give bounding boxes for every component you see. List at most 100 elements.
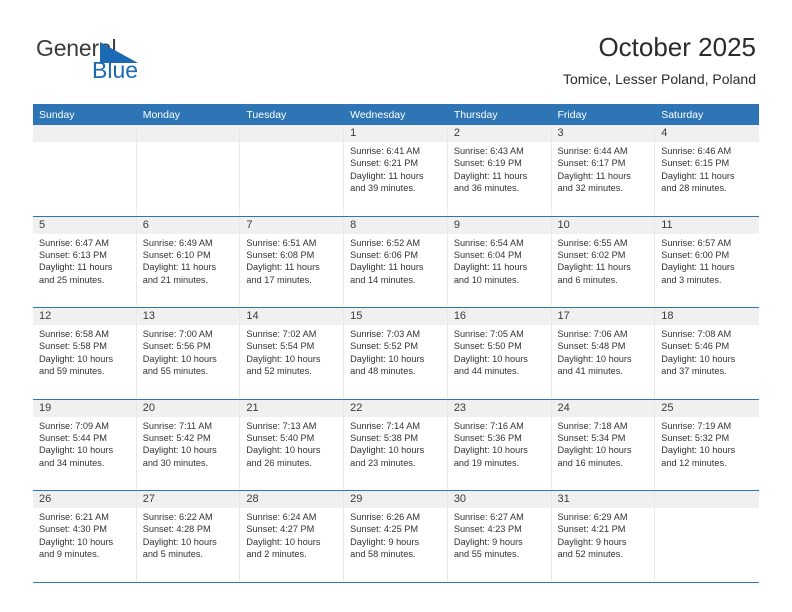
calendar-day-cell: 10 Sunrise: 6:55 AM Sunset: 6:02 PM Dayligh… — [551, 216, 656, 306]
sunset-time: Sunset: 5:38 PM — [350, 432, 419, 443]
sunrise-time: Sunrise: 6:47 AM — [39, 237, 109, 248]
day-number: 21 — [246, 401, 259, 414]
daylight-duration-line1: Daylight: 10 hours — [142, 536, 217, 547]
day-sun-info: Sunrise: 6:26 AM Sunset: 4:25 PM Daylight:… — [344, 508, 447, 561]
day-sun-info: Sunrise: 7:02 AM Sunset: 5:54 PM Daylight:… — [240, 325, 343, 378]
day-number: 28 — [246, 493, 259, 505]
sunset-time: Sunset: 6:08 PM — [246, 249, 315, 260]
calendar-week-row: 1 Sunrise: 6:41 AM Sunset: 6:21 PM Daylight… — [33, 125, 759, 217]
page-header: General Blue October 2025 Tomice, Lesser… — [0, 0, 792, 104]
sunset-time: Sunset: 4:25 PM — [350, 524, 419, 535]
day-number: 9 — [453, 218, 460, 231]
calendar-week-row: 26 Sunrise: 6:21 AM Sunset: 4:30 PM Dayligh… — [33, 491, 759, 583]
daylight-duration-line2: and 6 minutes. — [557, 274, 618, 285]
sunrise-time: Sunrise: 6:24 AM — [246, 512, 317, 522]
day-number-band: 2 — [447, 125, 551, 142]
day-sun-info: Sunrise: 7:08 AM Sunset: 5:46 PM Daylight:… — [655, 325, 759, 378]
sunrise-time: Sunrise: 7:06 AM — [557, 329, 628, 339]
day-number-band: 27 — [136, 491, 240, 508]
daylight-duration-line2: and 17 minutes. — [246, 274, 312, 285]
daylight-duration-line1: Daylight: 10 hours — [661, 445, 736, 456]
calendar-day-cell: 28 Sunrise: 6:24 AM Sunset: 4:27 PM Dayligh… — [240, 491, 345, 581]
sunset-time: Sunset: 4:27 PM — [246, 524, 315, 535]
sunrise-time: Sunrise: 6:51 AM — [246, 237, 317, 248]
day-number-band — [33, 125, 136, 142]
daylight-duration-line1: Daylight: 11 hours — [246, 262, 320, 273]
daylight-duration-line2: and 10 minutes. — [453, 274, 520, 285]
daylight-duration-line2: and 59 minutes. — [39, 366, 105, 377]
day-number-band: 19 — [33, 399, 136, 417]
day-number-band: 3 — [551, 125, 655, 142]
sunset-time: Sunset: 5:42 PM — [142, 432, 211, 443]
calendar-day-cell: 3 Sunrise: 6:44 AM Sunset: 6:17 PM Daylight… — [551, 125, 656, 215]
calendar-day-cell: 1 Sunrise: 6:41 AM Sunset: 6:21 PM Daylight… — [344, 125, 448, 215]
sunrise-time: Sunrise: 7:02 AM — [246, 329, 317, 339]
day-number-band: 8 — [344, 216, 447, 234]
sunrise-time: Sunrise: 6:26 AM — [350, 512, 421, 522]
sunset-time: Sunset: 6:19 PM — [453, 158, 522, 169]
daylight-duration-line2: and 41 minutes. — [557, 366, 623, 377]
day-sun-info: Sunrise: 7:14 AM Sunset: 5:38 PM Daylight:… — [344, 417, 447, 470]
calendar-week-row: 19 Sunrise: 7:09 AM Sunset: 5:44 PM Dayligh… — [33, 399, 759, 491]
daylight-duration-line2: and 55 minutes. — [142, 366, 209, 377]
sunset-time: Sunset: 6:04 PM — [453, 249, 522, 260]
daylight-duration-line2: and 28 minutes. — [661, 183, 727, 194]
daylight-duration-line1: Daylight: 11 hours — [142, 262, 217, 273]
day-sun-info: Sunrise: 7:05 AM Sunset: 5:50 PM Daylight:… — [448, 325, 551, 378]
daylight-duration-line1: Daylight: 10 hours — [39, 445, 114, 456]
calendar-day-cell: 14 Sunrise: 7:02 AM Sunset: 5:54 PM Dayligh… — [240, 308, 345, 398]
day-number: 25 — [661, 401, 674, 414]
day-number: 14 — [246, 310, 259, 322]
calendar-day-cell: 27 Sunrise: 6:22 AM Sunset: 4:28 PM Dayligh… — [136, 491, 241, 581]
calendar-day-cell: 18 Sunrise: 7:08 AM Sunset: 5:46 PM Dayligh… — [655, 308, 759, 398]
calendar-day-cell: 19 Sunrise: 7:09 AM Sunset: 5:44 PM Dayligh… — [33, 399, 137, 489]
day-sun-info: Sunrise: 6:29 AM Sunset: 4:21 PM Daylight:… — [552, 508, 655, 561]
sunset-time: Sunset: 4:28 PM — [142, 524, 211, 535]
day-number-band: 28 — [240, 491, 344, 508]
sunrise-time: Sunrise: 6:27 AM — [453, 512, 524, 522]
day-sun-info: Sunrise: 6:43 AM Sunset: 6:19 PM Daylight:… — [448, 142, 551, 195]
sunset-time: Sunset: 5:44 PM — [39, 432, 107, 443]
sunrise-time: Sunrise: 7:16 AM — [453, 420, 524, 431]
calendar-day-cell: 20 Sunrise: 7:11 AM Sunset: 5:42 PM Dayligh… — [136, 399, 241, 489]
sunrise-time: Sunrise: 7:18 AM — [557, 420, 628, 431]
daylight-duration-line2: and 2 minutes. — [246, 549, 307, 560]
day-number-band: 24 — [551, 399, 655, 417]
sunrise-time: Sunrise: 7:08 AM — [661, 329, 732, 339]
sunrise-time: Sunrise: 7:13 AM — [246, 420, 317, 431]
weekday-header-sunday: Sunday — [39, 108, 75, 121]
weekday-header-wednesday: Wednesday — [350, 108, 406, 121]
daylight-duration-line1: Daylight: 10 hours — [142, 445, 217, 456]
calendar-day-cell-empty — [136, 125, 241, 215]
sunrise-time: Sunrise: 6:44 AM — [557, 146, 628, 156]
sunrise-time: Sunrise: 7:11 AM — [142, 420, 212, 431]
daylight-duration-line2: and 52 minutes. — [246, 366, 312, 377]
daylight-duration-line2: and 39 minutes. — [350, 183, 416, 194]
day-number-band: 10 — [551, 216, 655, 234]
day-number-band: 11 — [655, 216, 759, 234]
day-number-band: 22 — [344, 399, 447, 417]
day-number-band: 15 — [344, 308, 447, 325]
day-sun-info: Sunrise: 6:55 AM Sunset: 6:02 PM Daylight:… — [552, 234, 655, 287]
sunset-time: Sunset: 6:15 PM — [661, 158, 730, 169]
calendar-day-cell-empty — [33, 125, 137, 215]
daylight-duration-line1: Daylight: 9 hours — [557, 536, 627, 547]
calendar-grid: Sunday Monday Tuesday Wednesday Thursday… — [33, 104, 759, 583]
calendar-day-cell: 15 Sunrise: 7:03 AM Sunset: 5:52 PM Dayligh… — [344, 308, 448, 398]
daylight-duration-line1: Daylight: 11 hours — [350, 170, 424, 181]
calendar-day-cell: 4 Sunrise: 6:46 AM Sunset: 6:15 PM Daylight… — [655, 125, 759, 215]
calendar-day-cell: 21 Sunrise: 7:13 AM Sunset: 5:40 PM Dayligh… — [240, 399, 345, 489]
daylight-duration-line2: and 5 minutes. — [142, 549, 203, 560]
day-number: 10 — [557, 218, 570, 231]
calendar-day-cell: 5 Sunrise: 6:47 AM Sunset: 6:13 PM Daylight… — [33, 216, 137, 306]
calendar-day-cell: 7 Sunrise: 6:51 AM Sunset: 6:08 PM Daylight… — [240, 216, 345, 306]
calendar-week-row: 12 Sunrise: 6:58 AM Sunset: 5:58 PM Dayligh… — [33, 308, 759, 400]
daylight-duration-line2: and 36 minutes. — [453, 183, 520, 194]
sunset-time: Sunset: 6:17 PM — [557, 158, 626, 169]
day-sun-info: Sunrise: 6:47 AM Sunset: 6:13 PM Daylight:… — [33, 234, 136, 287]
day-number: 11 — [661, 218, 673, 231]
day-sun-info: Sunrise: 7:09 AM Sunset: 5:44 PM Daylight:… — [33, 417, 136, 470]
sunrise-time: Sunrise: 6:43 AM — [453, 146, 524, 156]
sunrise-time: Sunrise: 6:52 AM — [350, 237, 421, 248]
day-number-band: 7 — [240, 216, 344, 234]
